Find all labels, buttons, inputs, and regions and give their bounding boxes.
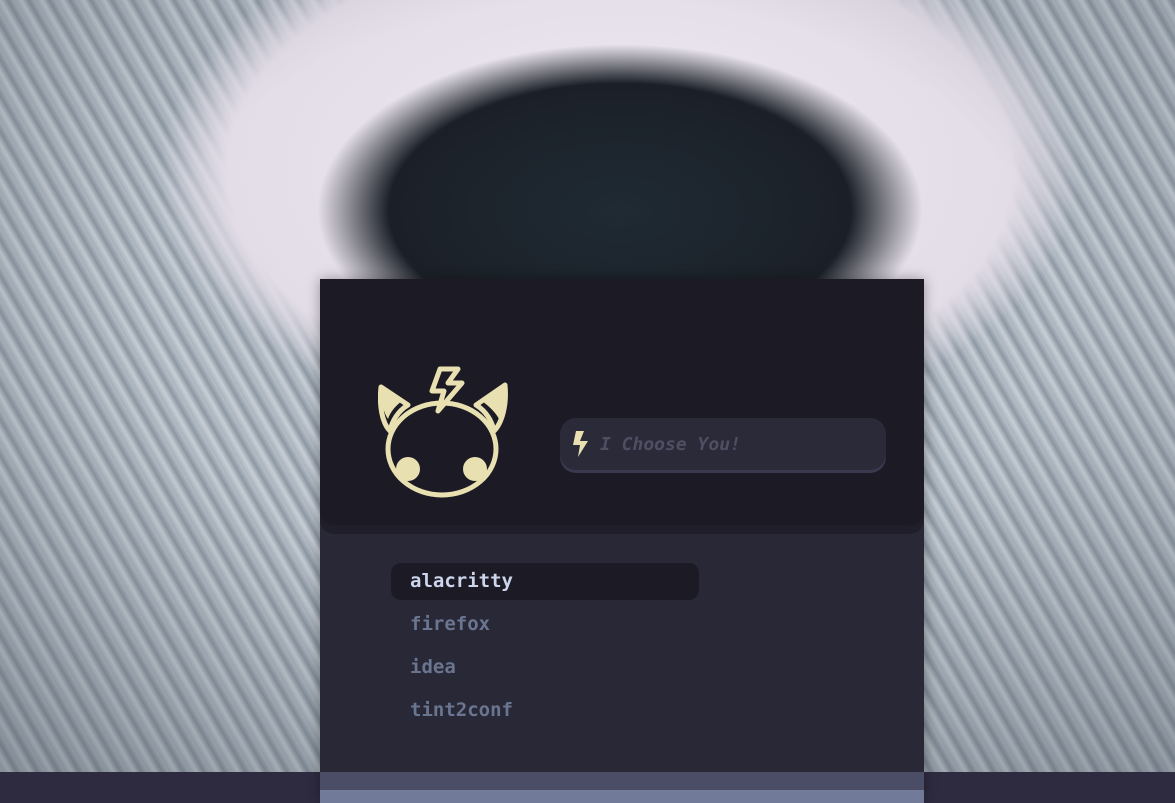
list-item-alacritty[interactable]: alacritty [391,563,699,600]
list-item-label: firefox [410,613,491,635]
list-item-label: tint2conf [410,699,513,721]
search-input[interactable] [600,430,870,458]
list-item-label: alacritty [410,570,513,592]
app-list: alacritty firefox idea tint2conf [391,563,699,735]
launcher-header [320,279,924,525]
list-item-tint2conf[interactable]: tint2conf [391,692,699,729]
list-item-idea[interactable]: idea [391,649,699,686]
pikachu-logo-icon [378,366,508,498]
app-launcher-window: alacritty firefox idea tint2conf [320,279,924,803]
launcher-footer-strip [320,790,924,803]
list-item-firefox[interactable]: firefox [391,606,699,643]
lightning-bolt-icon [573,431,588,457]
list-item-label: idea [410,656,456,678]
search-box[interactable] [560,418,886,470]
